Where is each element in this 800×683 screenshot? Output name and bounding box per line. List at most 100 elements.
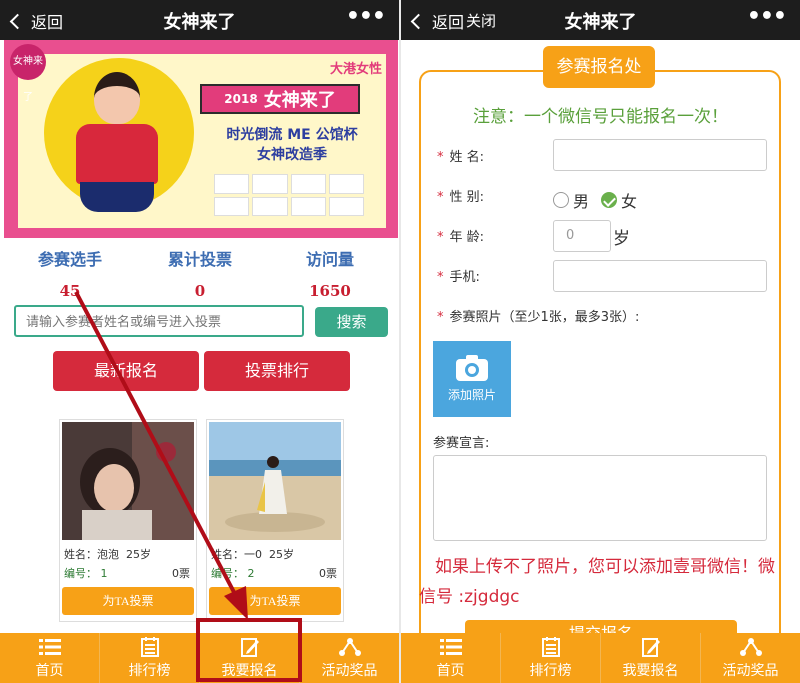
camera-icon [456, 355, 488, 381]
contestant-number: 编号： 2 [211, 567, 255, 580]
upload-hint: 如果上传不了照片，您可以添加壹哥微信！微信号 :zjgdgc [419, 557, 775, 607]
phone-input[interactable] [553, 260, 767, 292]
name-label: * 姓 名: [437, 150, 485, 165]
contestant-card[interactable]: 姓名：一0 25岁 编号： 2 0票 为TA投票 [206, 419, 344, 622]
sponsor-logo [252, 196, 288, 216]
add-photo-button[interactable]: 添加照片 [433, 341, 511, 417]
add-photo-label: 添加照片 [447, 388, 496, 402]
banner-headline: 女神来了 [263, 90, 336, 111]
titlebar: 返回 关闭 女神来了 ••• [401, 0, 800, 40]
calendar-icon [541, 636, 560, 657]
banner-headline-box: 2018 女神来了 [200, 84, 360, 114]
banner-sticker: 女神来了 [10, 44, 46, 103]
stats-row: 参赛选手 45 累计投票 0 访问量 1650 [0, 240, 399, 300]
contestant-number: 编号： 1 [64, 567, 108, 580]
search-button[interactable]: 搜索 [315, 307, 388, 337]
stat-label: 访问量 [305, 250, 354, 269]
latest-signups-button[interactable]: 最新报名 [53, 351, 199, 391]
vote-ranking-button[interactable]: 投票排行 [204, 351, 350, 391]
calendar-icon [140, 636, 159, 657]
contestant-photo-image [209, 422, 341, 540]
contestant-name: 姓名：一0 25岁 [211, 548, 294, 561]
banner-subtitle-2: 女神改造季 [257, 147, 327, 163]
stat-value: 0 [194, 282, 206, 300]
sponsor-logo [214, 196, 250, 216]
stat-label: 累计投票 [167, 250, 232, 269]
sponsor-logo [290, 196, 326, 216]
banner-year: 2018 [224, 92, 258, 106]
right-screen: 返回 关闭 女神来了 ••• 参赛报名处 注意：一个微信号只能报名一次！ * 姓 … [401, 0, 800, 683]
sponsor-logo [328, 196, 364, 216]
contestant-name: 姓名：泡泡 25岁 [64, 548, 151, 561]
stat-label: 参赛选手 [37, 250, 102, 269]
sponsor-logo [328, 174, 364, 194]
nav-ranking[interactable]: 排行榜 [501, 633, 601, 683]
stat-visits: 访问量 1650 [270, 246, 390, 300]
nav-label: 排行榜 [529, 662, 572, 679]
list-icon [38, 638, 61, 655]
stat-contestants: 参赛选手 45 [10, 246, 130, 300]
contestant-photo-image [62, 422, 194, 540]
more-icon[interactable]: ••• [346, 4, 386, 29]
sponsor-logos [214, 174, 364, 216]
nav-signup[interactable]: 我要报名 [601, 633, 701, 683]
stat-value: 45 [59, 282, 81, 300]
page-title: 女神来了 [564, 12, 637, 33]
age-unit: 岁 [613, 229, 630, 249]
form-notice: 注意：一个微信号只能报名一次！ [473, 107, 728, 127]
nav-ranking[interactable]: 排行榜 [100, 633, 200, 683]
contestant-votes: 0票 [172, 567, 190, 580]
vote-button[interactable]: 为TA投票 [62, 587, 194, 615]
nav-label: 活动奖品 [321, 662, 378, 679]
model-skirt [80, 182, 154, 212]
sponsor-logo [290, 174, 326, 194]
contestant-card[interactable]: 姓名：泡泡 25岁 编号： 1 0票 为TA投票 [59, 419, 197, 622]
radio-circle [553, 192, 569, 208]
gender-female-radio[interactable]: 女 [601, 188, 637, 212]
left-screen: 返回 女神来了 ••• 女神来了 大港女性 2018 女神来了 时光倒流 ME … [0, 0, 399, 683]
phone-label: * 手机: [437, 270, 480, 285]
nav-prizes[interactable]: 活动奖品 [300, 633, 399, 683]
nav-prizes[interactable]: 活动奖品 [701, 633, 800, 683]
contestant-photo[interactable] [209, 422, 341, 540]
edit-icon [641, 637, 660, 657]
stat-value: 1650 [309, 282, 351, 300]
nav-label: 首页 [436, 662, 465, 679]
vote-button[interactable]: 为TA投票 [209, 587, 341, 615]
contestant-photo[interactable] [62, 422, 194, 540]
sponsor-logo [214, 174, 250, 194]
stat-votes: 累计投票 0 [140, 246, 260, 300]
share-icon [338, 637, 361, 656]
share-icon [739, 637, 762, 656]
bottom-nav: 首页 排行榜 我要报名 活动奖品 [401, 633, 800, 683]
annotation-highlight-box [196, 618, 302, 682]
gender-male-radio[interactable]: 男 [553, 188, 589, 212]
event-banner: 女神来了 大港女性 2018 女神来了 时光倒流 ME 公馆杯 女神改造季 [4, 40, 398, 238]
contestant-votes: 0票 [319, 567, 337, 580]
model-head [94, 72, 140, 124]
declaration-textarea[interactable] [433, 455, 767, 541]
more-icon[interactable]: ••• [747, 4, 787, 29]
page-title: 女神来了 [163, 12, 236, 33]
form-title: 参赛报名处 [543, 46, 655, 88]
list-icon [439, 638, 462, 655]
nav-label: 首页 [35, 662, 64, 679]
name-input[interactable] [553, 139, 767, 171]
nav-home[interactable]: 首页 [0, 633, 100, 683]
declaration-label: 参赛宣言: [433, 436, 490, 451]
sponsor-logo [252, 174, 288, 194]
nav-label: 活动奖品 [722, 662, 779, 679]
nav-label: 排行榜 [128, 662, 171, 679]
photos-label: * 参赛照片（至少1张，最多3张）: [437, 310, 640, 325]
titlebar: 返回 女神来了 ••• [0, 0, 399, 40]
checked-radio-icon [601, 192, 617, 208]
age-input[interactable]: 0 [553, 220, 611, 252]
age-label: * 年 龄: [437, 230, 485, 245]
search-input[interactable] [14, 305, 304, 337]
gender-label: * 性 别: [437, 190, 485, 205]
model-shirt [76, 124, 158, 184]
nav-home[interactable]: 首页 [401, 633, 501, 683]
banner-subtitle-1: 时光倒流 ME 公馆杯 [226, 127, 358, 143]
banner-brand: 大港女性 [329, 62, 382, 77]
nav-label: 我要报名 [622, 662, 679, 679]
